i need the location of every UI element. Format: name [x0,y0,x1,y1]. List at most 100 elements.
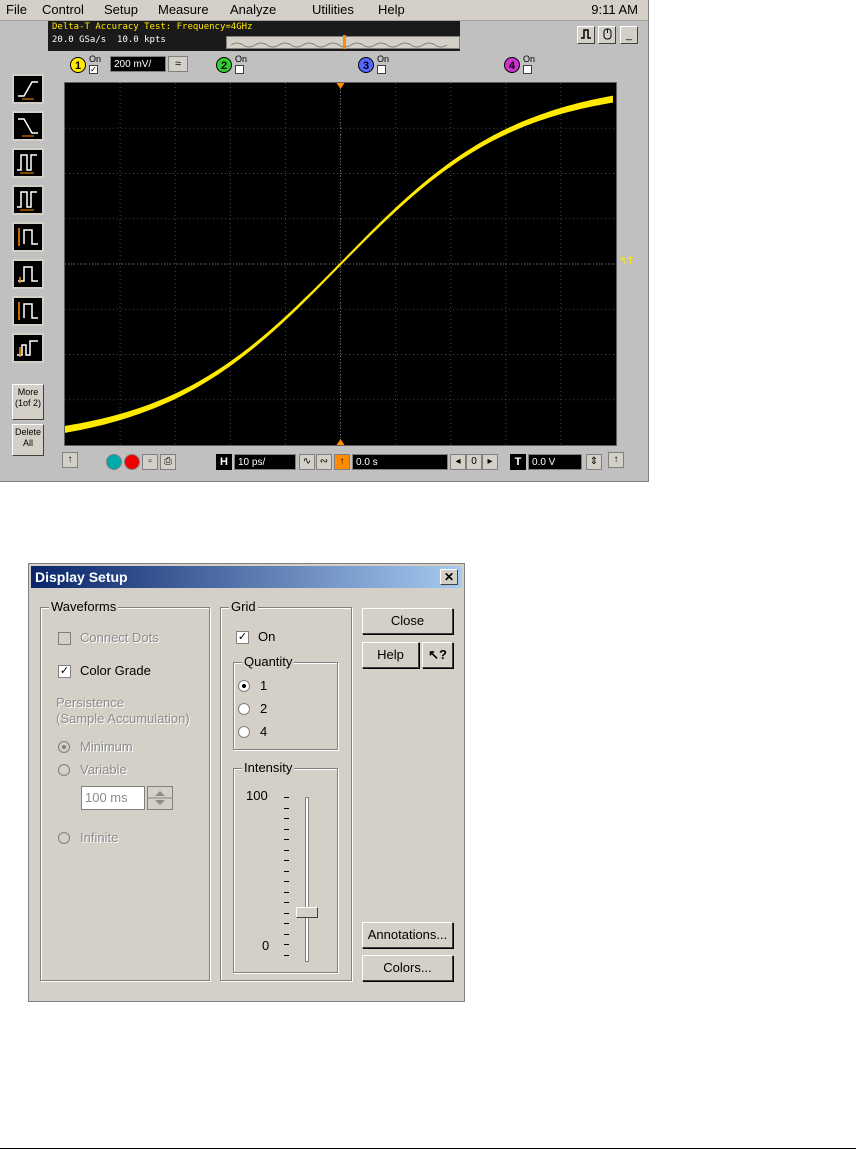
page-bottom-rule [0,1148,856,1149]
channel-4-on-checkbox[interactable] [523,65,532,74]
positive-width-button[interactable] [12,222,44,252]
menu-analyze[interactable]: Analyze [230,2,276,17]
menu-setup[interactable]: Setup [104,2,138,17]
minimum-radio[interactable] [58,741,70,753]
spinner-icon: ⇕ [589,456,599,467]
intensity-tick [284,912,289,914]
print-button[interactable]: ⎙ [160,454,176,470]
channel-2-on-checkbox[interactable] [235,65,244,74]
acquisition-info: 20.0 GSa/s 10.0 kpts [52,35,166,45]
duty-cycle-button[interactable] [12,296,44,326]
grid-on-label: On [258,629,276,644]
channel-3-badge: 3 [358,57,374,73]
horizontal-tune-button[interactable]: ∿ [299,454,315,470]
delay-marker-button[interactable]: ↑ [334,454,350,470]
channel-2-control[interactable]: 2 On [216,54,252,76]
connect-dots-checkbox[interactable] [58,632,71,645]
memory-position-marker[interactable] [343,35,346,49]
horizontal-scale[interactable]: 10 ps/ [234,454,296,470]
channel-3-on-checkbox[interactable] [377,65,386,74]
menu-measure[interactable]: Measure [158,2,209,17]
intensity-tick [284,891,289,893]
sample-rate: 20.0 GSa/s [52,35,107,45]
intensity-slider-track[interactable] [305,797,309,962]
fall-time-button[interactable] [12,111,44,141]
waveform-display[interactable] [64,82,617,446]
negative-width-icon [18,266,38,283]
variable-radio[interactable] [58,764,70,776]
channel-4-badge: 4 [504,57,520,73]
dialog-close-x-button[interactable]: ✕ [440,569,458,585]
display-mode-button[interactable] [577,26,595,44]
trigger-expand-button[interactable]: ↑ [608,452,624,468]
intensity-tick [284,881,289,882]
channel-1-on-checkbox[interactable]: ✓ [89,65,98,74]
menu-help[interactable]: Help [378,2,405,17]
help-button[interactable]: Help [362,642,419,668]
infinite-label: Infinite [80,830,119,845]
variable-persistence-input[interactable]: 100 ms [81,786,145,810]
frequency-button[interactable] [12,185,44,215]
more-measurements-button[interactable]: More (1of 2) [12,384,44,420]
single-icon: ▫ [148,456,152,467]
delay-right-button[interactable]: ▸ [482,454,498,470]
menu-utilities[interactable]: Utilities [312,2,354,17]
status-area: Delta-T Accuracy Test: Frequency=4GHz 20… [48,21,460,51]
horizontal-reference-button[interactable]: ∾ [316,454,332,470]
rise-time-button[interactable] [12,74,44,104]
more-label: More [17,387,39,397]
annotations-button[interactable]: Annotations... [362,922,453,948]
close-button[interactable]: Close [362,608,453,634]
channel-3-control[interactable]: 3 On [358,54,394,76]
delay-zero-button[interactable]: 0 [466,454,482,470]
variable-persistence-spinner[interactable] [147,786,173,810]
delay-left-button[interactable]: ◂ [450,454,466,470]
quantity-group: Quantity 1 2 4 [233,654,338,750]
menu-bar: File Control Setup Measure Analyze Utili… [0,0,648,21]
whats-this-button[interactable]: ↖? [422,642,453,668]
expand-bottom-button[interactable]: ↑ [62,452,78,468]
channel-4-control[interactable]: 4 On [504,54,540,76]
colors-button[interactable]: Colors... [362,955,453,981]
channel-1-coupling-button[interactable]: ≈ [168,56,188,72]
quantity-1-label: 1 [260,678,268,693]
persistence-sublabel: (Sample Accumulation) [56,711,190,726]
quantity-2-radio[interactable] [238,703,250,715]
channel-1-scale[interactable]: 200 mV/ [110,56,166,72]
run-button[interactable] [106,454,122,470]
quantity-1-radio[interactable] [238,680,250,692]
infinite-radio[interactable] [58,832,70,844]
intensity-tick [284,797,289,798]
help-pointer-icon: ↖? [428,647,447,662]
channel-2-on-label: On [235,54,248,64]
channel-1-control[interactable]: 1 On ✓ [70,54,106,76]
negative-width-button[interactable] [12,259,44,289]
intensity-tick [284,849,289,851]
delay-value[interactable]: 0.0 s [352,454,448,470]
trigger-level[interactable]: 0.0 V [528,454,582,470]
delta-time-button[interactable] [12,333,44,363]
period-icon [17,154,37,174]
mouse-mode-button[interactable] [598,26,616,44]
trigger-level-spinner[interactable]: ⇕ [586,454,602,470]
memory-bar[interactable] [226,35,460,49]
quantity-2-label: 2 [260,701,268,716]
intensity-slider-thumb[interactable] [296,906,318,918]
pulse-icon [581,29,591,39]
grid-on-checkbox[interactable]: ✓ [236,631,249,644]
more-page-label: (1of 2) [14,398,41,408]
horizontal-label: H [216,454,232,470]
color-grade-checkbox[interactable]: ✓ [58,665,71,678]
stop-button[interactable] [124,454,140,470]
delta-time-icon [17,340,38,357]
trigger-level-marker[interactable]: ↰T [619,256,634,267]
menu-file[interactable]: File [6,2,27,17]
quantity-4-radio[interactable] [238,726,250,738]
display-setup-dialog: Display Setup ✕ Waveforms Connect Dots ✓… [28,563,465,1002]
minimize-button[interactable]: _ [620,26,638,44]
intensity-tick [284,870,289,872]
menu-control[interactable]: Control [42,2,84,17]
spinner-arrows-icon [148,791,172,805]
period-button[interactable] [12,148,44,178]
single-button[interactable]: ▫ [142,454,158,470]
